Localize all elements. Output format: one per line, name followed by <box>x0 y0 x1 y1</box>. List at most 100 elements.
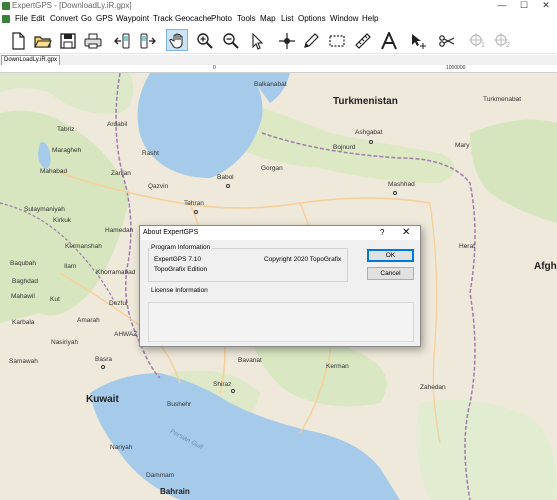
menu-bar: File Edit Convert Go GPS Waypoint Track … <box>0 13 557 25</box>
ok-button[interactable]: OK <box>367 249 414 262</box>
target-2-subscript: 2 <box>506 42 510 49</box>
target-1-subscript: 1 <box>481 42 485 49</box>
hand-pan-icon[interactable] <box>166 29 188 51</box>
city-marker <box>393 191 397 195</box>
open-folder-icon[interactable] <box>31 29 53 51</box>
dialog-titlebar: About ExpertGPS ? ✕ <box>140 226 420 240</box>
city-label: Kerman <box>326 363 349 370</box>
ruler-icon[interactable] <box>351 29 373 51</box>
city-label: Babol <box>217 174 234 181</box>
scissors-icon[interactable] <box>435 29 457 51</box>
zoom-out-icon[interactable] <box>219 29 241 51</box>
scale-ruler: 0 1000000 <box>0 65 557 73</box>
city-label: Baghdad <box>12 278 39 285</box>
menu-edit[interactable]: Edit <box>31 14 45 23</box>
city-label: Nariyah <box>110 444 133 451</box>
city-marker <box>194 210 198 214</box>
menu-go[interactable]: Go <box>81 14 92 23</box>
maximize-button[interactable]: ☐ <box>513 0 535 12</box>
zoom-in-icon[interactable] <box>193 29 215 51</box>
document-icon[interactable] <box>2 15 10 23</box>
new-file-icon[interactable] <box>6 29 28 51</box>
city-label: AHWAZ <box>114 331 138 338</box>
city-marker <box>101 365 105 369</box>
close-button[interactable]: ✕ <box>535 0 557 12</box>
print-icon[interactable] <box>81 29 103 51</box>
menu-window[interactable]: Window <box>330 14 358 23</box>
text-icon[interactable] <box>377 29 399 51</box>
send-to-gps-icon[interactable] <box>136 29 158 51</box>
target-2-icon[interactable]: 2 <box>490 29 512 51</box>
city-label: Mary <box>455 142 470 149</box>
city-marker <box>231 389 235 393</box>
city-label: Turkmenabat <box>483 96 522 103</box>
city-label: Bahrain <box>160 487 190 496</box>
city-label: Herat <box>459 243 475 250</box>
city-label: Bavanat <box>238 357 262 364</box>
minimize-button[interactable]: — <box>491 0 513 12</box>
menu-gps[interactable]: GPS <box>96 14 113 23</box>
save-icon[interactable] <box>56 29 78 51</box>
city-label: Tabriz <box>57 126 75 133</box>
region-label: Turkmenistan <box>333 96 398 107</box>
select-arrow-icon[interactable] <box>245 29 267 51</box>
document-tab[interactable]: DownLoadLy.iR.gpx <box>1 55 61 65</box>
city-label: Mashhad <box>388 181 415 188</box>
city-label: Hamedan <box>105 227 134 234</box>
program-info-group <box>148 248 348 282</box>
dialog-close-button[interactable]: ✕ <box>402 227 410 238</box>
city-label: Qazvin <box>148 183 169 190</box>
copyright-text: Copyright 2020 TopoGrafix <box>264 256 342 263</box>
city-label: Bushehr <box>167 401 192 408</box>
city-label: Balkanabat <box>254 81 287 88</box>
city-label: Samawah <box>9 358 38 365</box>
menu-tools[interactable]: Tools <box>237 14 256 23</box>
city-label: Tehran <box>184 200 204 207</box>
document-tab-bar: DownLoadLy.iR.gpx <box>0 55 557 65</box>
window-title: ExpertGPS - [DownloadLy.iR.gpx] <box>12 1 132 10</box>
license-info-title: License Information <box>151 287 210 294</box>
city-label: Kermanshah <box>65 243 102 250</box>
menu-track[interactable]: Track <box>153 14 173 23</box>
app-icon <box>2 2 10 10</box>
city-label: Bojnurd <box>333 144 356 151</box>
city-label: Rasht <box>142 150 159 157</box>
receive-from-gps-icon[interactable] <box>110 29 132 51</box>
city-label: Ashgabat <box>355 129 383 136</box>
region-label: Kuwait <box>86 394 119 405</box>
move-icon[interactable] <box>407 29 429 51</box>
menu-list[interactable]: List <box>281 14 293 23</box>
ruler-max: 1000000 <box>446 65 466 71</box>
license-info-box <box>148 302 414 342</box>
city-label: Ardabil <box>107 121 128 128</box>
cancel-button[interactable]: Cancel <box>367 267 414 280</box>
menu-help[interactable]: Help <box>362 14 378 23</box>
menu-map[interactable]: Map <box>260 14 276 23</box>
city-label: Ilam <box>64 263 77 270</box>
select-rectangle-icon[interactable] <box>325 29 347 51</box>
city-label: Mahawil <box>11 293 35 300</box>
add-waypoint-icon[interactable] <box>275 29 297 51</box>
menu-convert[interactable]: Convert <box>50 14 78 23</box>
city-label: Zahedan <box>420 384 446 391</box>
menu-file[interactable]: File <box>15 14 28 23</box>
menu-geocache[interactable]: Geocache <box>175 14 211 23</box>
city-label: Dammam <box>146 472 175 479</box>
city-label: Basra <box>95 356 112 363</box>
window-titlebar: ExpertGPS - [DownloadLy.iR.gpx] — ☐ ✕ <box>0 0 557 12</box>
city-marker <box>226 184 230 188</box>
dialog-title: About ExpertGPS <box>143 229 199 236</box>
dialog-help-button[interactable]: ? <box>380 228 384 237</box>
target-1-icon[interactable]: 1 <box>465 29 487 51</box>
city-label: Khorramabad <box>96 269 136 276</box>
city-label: Baqubah <box>10 260 37 267</box>
city-label: Mahabad <box>40 168 68 175</box>
menu-waypoint[interactable]: Waypoint <box>116 14 149 23</box>
city-label: Amarah <box>77 317 100 324</box>
menu-options[interactable]: Options <box>298 14 326 23</box>
city-label: Maragheh <box>52 147 82 154</box>
product-version: ExpertGPS 7.10 <box>154 256 201 263</box>
menu-photo[interactable]: Photo <box>211 14 232 23</box>
city-label: Zanjan <box>111 170 131 177</box>
pencil-icon[interactable] <box>299 29 321 51</box>
